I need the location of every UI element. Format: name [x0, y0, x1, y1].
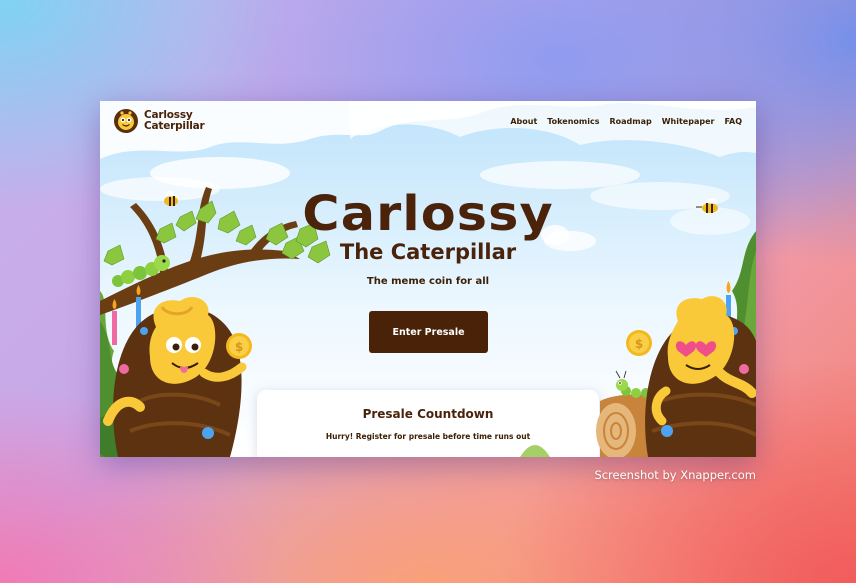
- hero-subtitle: The Caterpillar: [339, 240, 517, 264]
- nav-about[interactable]: About: [510, 117, 537, 126]
- nav-faq[interactable]: FAQ: [724, 117, 742, 126]
- hero-title: Carlossy: [302, 186, 554, 242]
- hero-tagline: The meme coin for all: [366, 276, 490, 287]
- logo-line2: Caterpillar: [144, 120, 205, 132]
- nav-tokenomics[interactable]: Tokenomics: [547, 117, 599, 126]
- caterpillar-logo-icon: [114, 109, 138, 133]
- screenshot-credit: Screenshot by Xnapper.com: [594, 468, 756, 482]
- nav-whitepaper[interactable]: Whitepaper: [662, 117, 715, 126]
- presale-countdown-card: Presale Countdown Hurry! Register for pr…: [257, 390, 599, 457]
- countdown-title: Presale Countdown: [362, 407, 494, 421]
- site-header: Carlossy Caterpillar About Tokenomics Ro…: [100, 101, 756, 141]
- main-nav: About Tokenomics Roadmap Whitepaper FAQ: [510, 117, 742, 126]
- logo[interactable]: Carlossy Caterpillar: [114, 109, 205, 133]
- nav-roadmap[interactable]: Roadmap: [609, 117, 651, 126]
- enter-presale-button[interactable]: Enter Presale: [369, 311, 488, 353]
- browser-viewport: Carlossy Caterpillar About Tokenomics Ro…: [100, 101, 756, 457]
- countdown-text: Hurry! Register for presale before time …: [325, 432, 531, 441]
